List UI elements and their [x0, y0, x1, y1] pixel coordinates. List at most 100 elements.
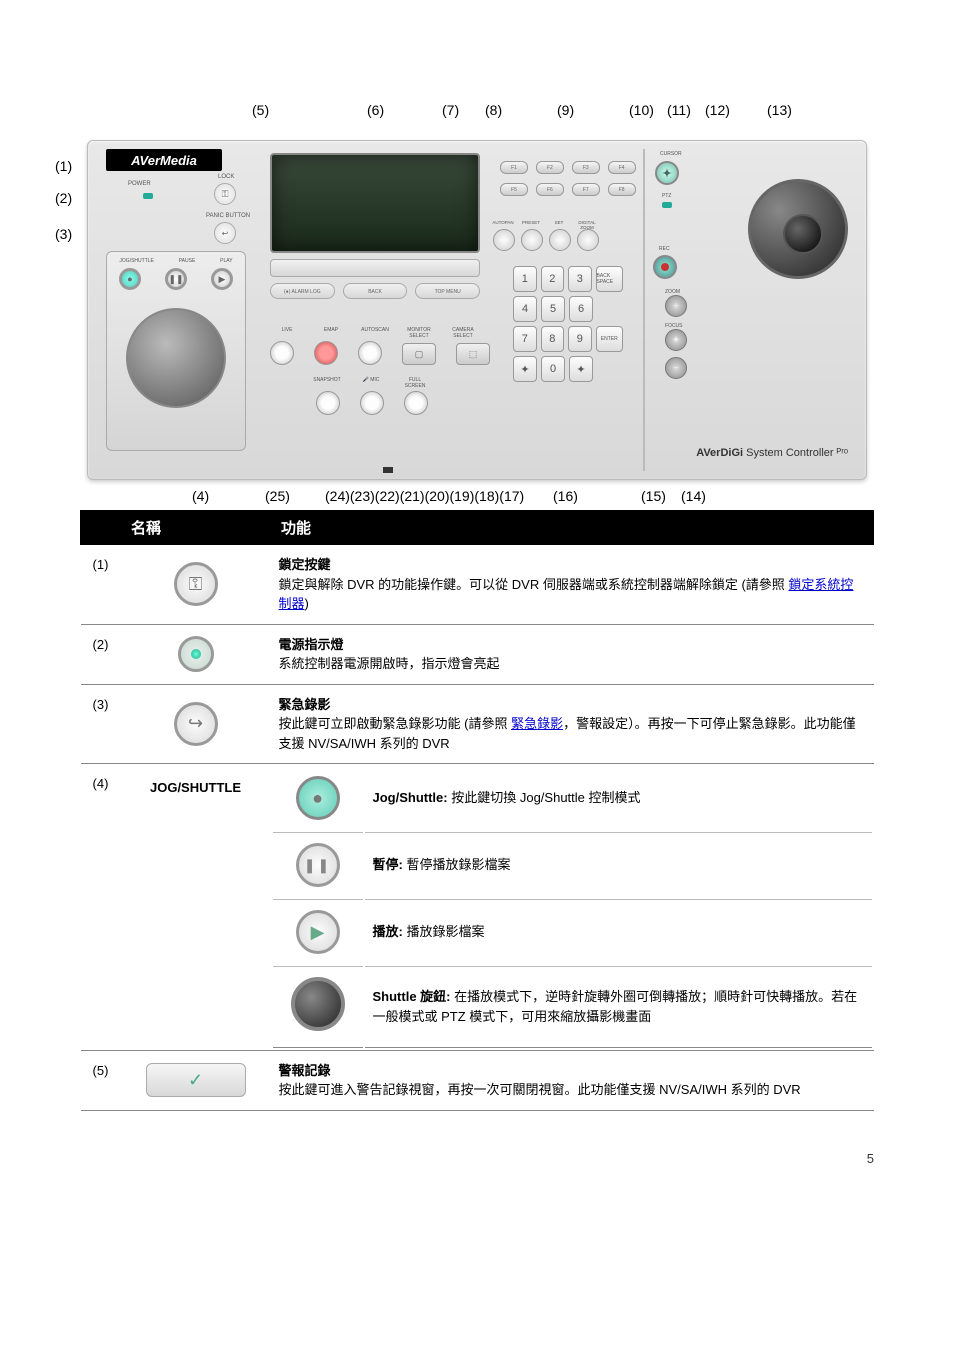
autoscan-button[interactable] — [358, 341, 382, 365]
panic-link[interactable]: 緊急錄影 — [511, 716, 563, 731]
key-enter[interactable]: ENTER — [596, 326, 623, 352]
row-desc: 警報記錄 按此鍵可進入警告記錄視窗，再按一次可關閉視窗。此功能僅支援 NV/SA… — [271, 1050, 874, 1110]
panic-icon: ↩ — [222, 229, 229, 238]
mic-button[interactable] — [360, 391, 384, 415]
row-name-cell: JOG/SHUTTLE — [121, 764, 271, 1051]
page-number: 5 — [80, 1151, 874, 1166]
cursor-button[interactable]: ✦ — [655, 161, 679, 185]
play-label: PLAY — [220, 258, 232, 264]
key-star-r[interactable]: ✦ — [569, 356, 593, 382]
fullscreen-button[interactable] — [404, 391, 428, 415]
key-7[interactable]: 7 — [513, 326, 537, 352]
key-backspace[interactable]: BACK SPACE — [596, 266, 623, 292]
f7-button[interactable]: F7 — [572, 183, 600, 196]
digital-zoom-button[interactable] — [577, 229, 599, 251]
panic-label: PANIC BUTTON — [206, 213, 250, 219]
joystick[interactable] — [748, 179, 848, 279]
callout-24-17: (24)(23)(22)(21)(20)(19)(18)(17) — [325, 488, 524, 504]
lock-key-icon: ⚿ — [174, 562, 218, 606]
key-star-l[interactable]: ✦ — [513, 356, 537, 382]
monitor-select-button[interactable]: ▢ — [402, 343, 436, 365]
callout-9: (9) — [557, 102, 574, 118]
device-body: AVerMedia POWER LOCK ⚿ PANIC BUTTON ↩ F1… — [87, 140, 867, 480]
row-num: (4) — [81, 764, 121, 1051]
callout-12: (12) — [705, 102, 730, 118]
keypad: 1 2 3 BACK SPACE 4 5 6 7 8 9 ENTER ✦ — [513, 266, 623, 386]
f8-button[interactable]: F8 — [608, 183, 636, 196]
callout-6: (6) — [367, 102, 384, 118]
lock-button[interactable]: ⚿ — [214, 183, 236, 205]
key-9[interactable]: 9 — [568, 326, 592, 352]
key-3[interactable]: 3 — [568, 266, 592, 292]
row-icon-cell — [121, 624, 271, 684]
pause-button[interactable]: ❚❚ — [165, 268, 187, 290]
back-button[interactable]: BACK — [343, 283, 408, 299]
jog-shuttle-icon: ● — [296, 776, 340, 820]
table-row: (3) ↪ 緊急錄影 按此鍵可立即啟動緊急錄影功能 (請參照 緊急錄影，警報設定… — [81, 684, 874, 764]
key-0[interactable]: 0 — [541, 356, 565, 382]
key-1[interactable]: 1 — [513, 266, 537, 292]
callout-4: (4) — [192, 488, 209, 504]
f5-button[interactable]: F5 — [500, 183, 528, 196]
row-icon-cell: ⚿ — [121, 545, 271, 625]
brand-plate: AVerMedia — [106, 149, 222, 171]
row-desc: 電源指示燈 系統控制器電源開啟時，指示燈會亮起 — [271, 624, 874, 684]
callout-7: (7) — [442, 102, 459, 118]
row-desc: 鎖定按鍵 鎖定與解除 DVR 的功能操作鍵。可以從 DVR 伺服器端或系統控制器… — [271, 545, 874, 625]
focus-minus-button[interactable]: − — [665, 357, 687, 379]
camera-select-button[interactable]: ⬚ — [456, 343, 490, 365]
description-table: 名稱 功能 (1) ⚿ 鎖定按鍵 鎖定與解除 DVR 的功能操作鍵。可以從 DV… — [80, 510, 874, 1111]
top-bar[interactable] — [270, 259, 480, 277]
f4-button[interactable]: F4 — [608, 161, 636, 174]
callout-3: (3) — [55, 226, 72, 242]
preset-button[interactable] — [521, 229, 543, 251]
live-button[interactable] — [270, 341, 294, 365]
callout-10: (10) — [629, 102, 654, 118]
zoom-in-button[interactable]: + — [665, 295, 687, 317]
table-row: (2) 電源指示燈 系統控制器電源開啟時，指示燈會亮起 — [81, 624, 874, 684]
callout-2: (2) — [55, 190, 72, 206]
play-button[interactable]: ▶ — [211, 268, 233, 290]
key-2[interactable]: 2 — [541, 266, 565, 292]
jog-panel: JOG/SHUTTLE PAUSE PLAY ● ❚❚ ▶ — [106, 251, 246, 451]
key-4[interactable]: 4 — [513, 296, 537, 322]
snapshot-button[interactable] — [316, 391, 340, 415]
autopan-button[interactable] — [493, 229, 515, 251]
row-num: (5) — [81, 1050, 121, 1110]
key-5[interactable]: 5 — [541, 296, 565, 322]
jog-shuttle-button[interactable]: ● — [119, 268, 141, 290]
f2-button[interactable]: F2 — [536, 161, 564, 174]
lock-icon: ⚿ — [222, 189, 229, 200]
zoom-label: ZOOM — [665, 289, 687, 295]
lock-label: LOCK — [218, 174, 234, 180]
power-label: POWER — [128, 181, 151, 187]
th-func: 功能 — [271, 511, 874, 545]
f6-button[interactable]: F6 — [536, 183, 564, 196]
key-6[interactable]: 6 — [569, 296, 593, 322]
jog-wheel[interactable] — [126, 308, 226, 408]
row-icon-cell: ✓ — [121, 1050, 271, 1110]
table-row: (4) JOG/SHUTTLE ● Jog/Shuttle: 按此鍵切換 Jog… — [81, 764, 874, 1051]
focus-label: FOCUS — [665, 323, 687, 329]
table-row: (1) ⚿ 鎖定按鍵 鎖定與解除 DVR 的功能操作鍵。可以從 DVR 伺服器端… — [81, 545, 874, 625]
right-brand: AVerDiGi System Controller ᴾʳᵒ — [696, 447, 848, 459]
alarm-log-button[interactable]: (●) ALARM LOG — [270, 283, 335, 299]
rec-button[interactable] — [653, 255, 677, 279]
callout-1: (1) — [55, 158, 72, 174]
usb-port-icon — [383, 467, 393, 473]
f1-button[interactable]: F1 — [500, 161, 528, 174]
focus-plus-button[interactable]: ✦ — [665, 329, 687, 351]
emap-button[interactable] — [314, 341, 338, 365]
set-button[interactable] — [549, 229, 571, 251]
top-menu-button[interactable]: TOP MENU — [415, 283, 480, 299]
panic-button[interactable]: ↩ — [214, 222, 236, 244]
pause-icon: ❚❚ — [296, 843, 340, 887]
shuttle-wheel-icon — [291, 977, 345, 1031]
key-8[interactable]: 8 — [541, 326, 565, 352]
power-led-icon — [178, 636, 214, 672]
f3-button[interactable]: F3 — [572, 161, 600, 174]
callout-13: (13) — [767, 102, 792, 118]
power-led — [143, 193, 153, 199]
play-icon: ▶ — [296, 910, 340, 954]
cursor-label: CURSOR — [660, 151, 682, 157]
